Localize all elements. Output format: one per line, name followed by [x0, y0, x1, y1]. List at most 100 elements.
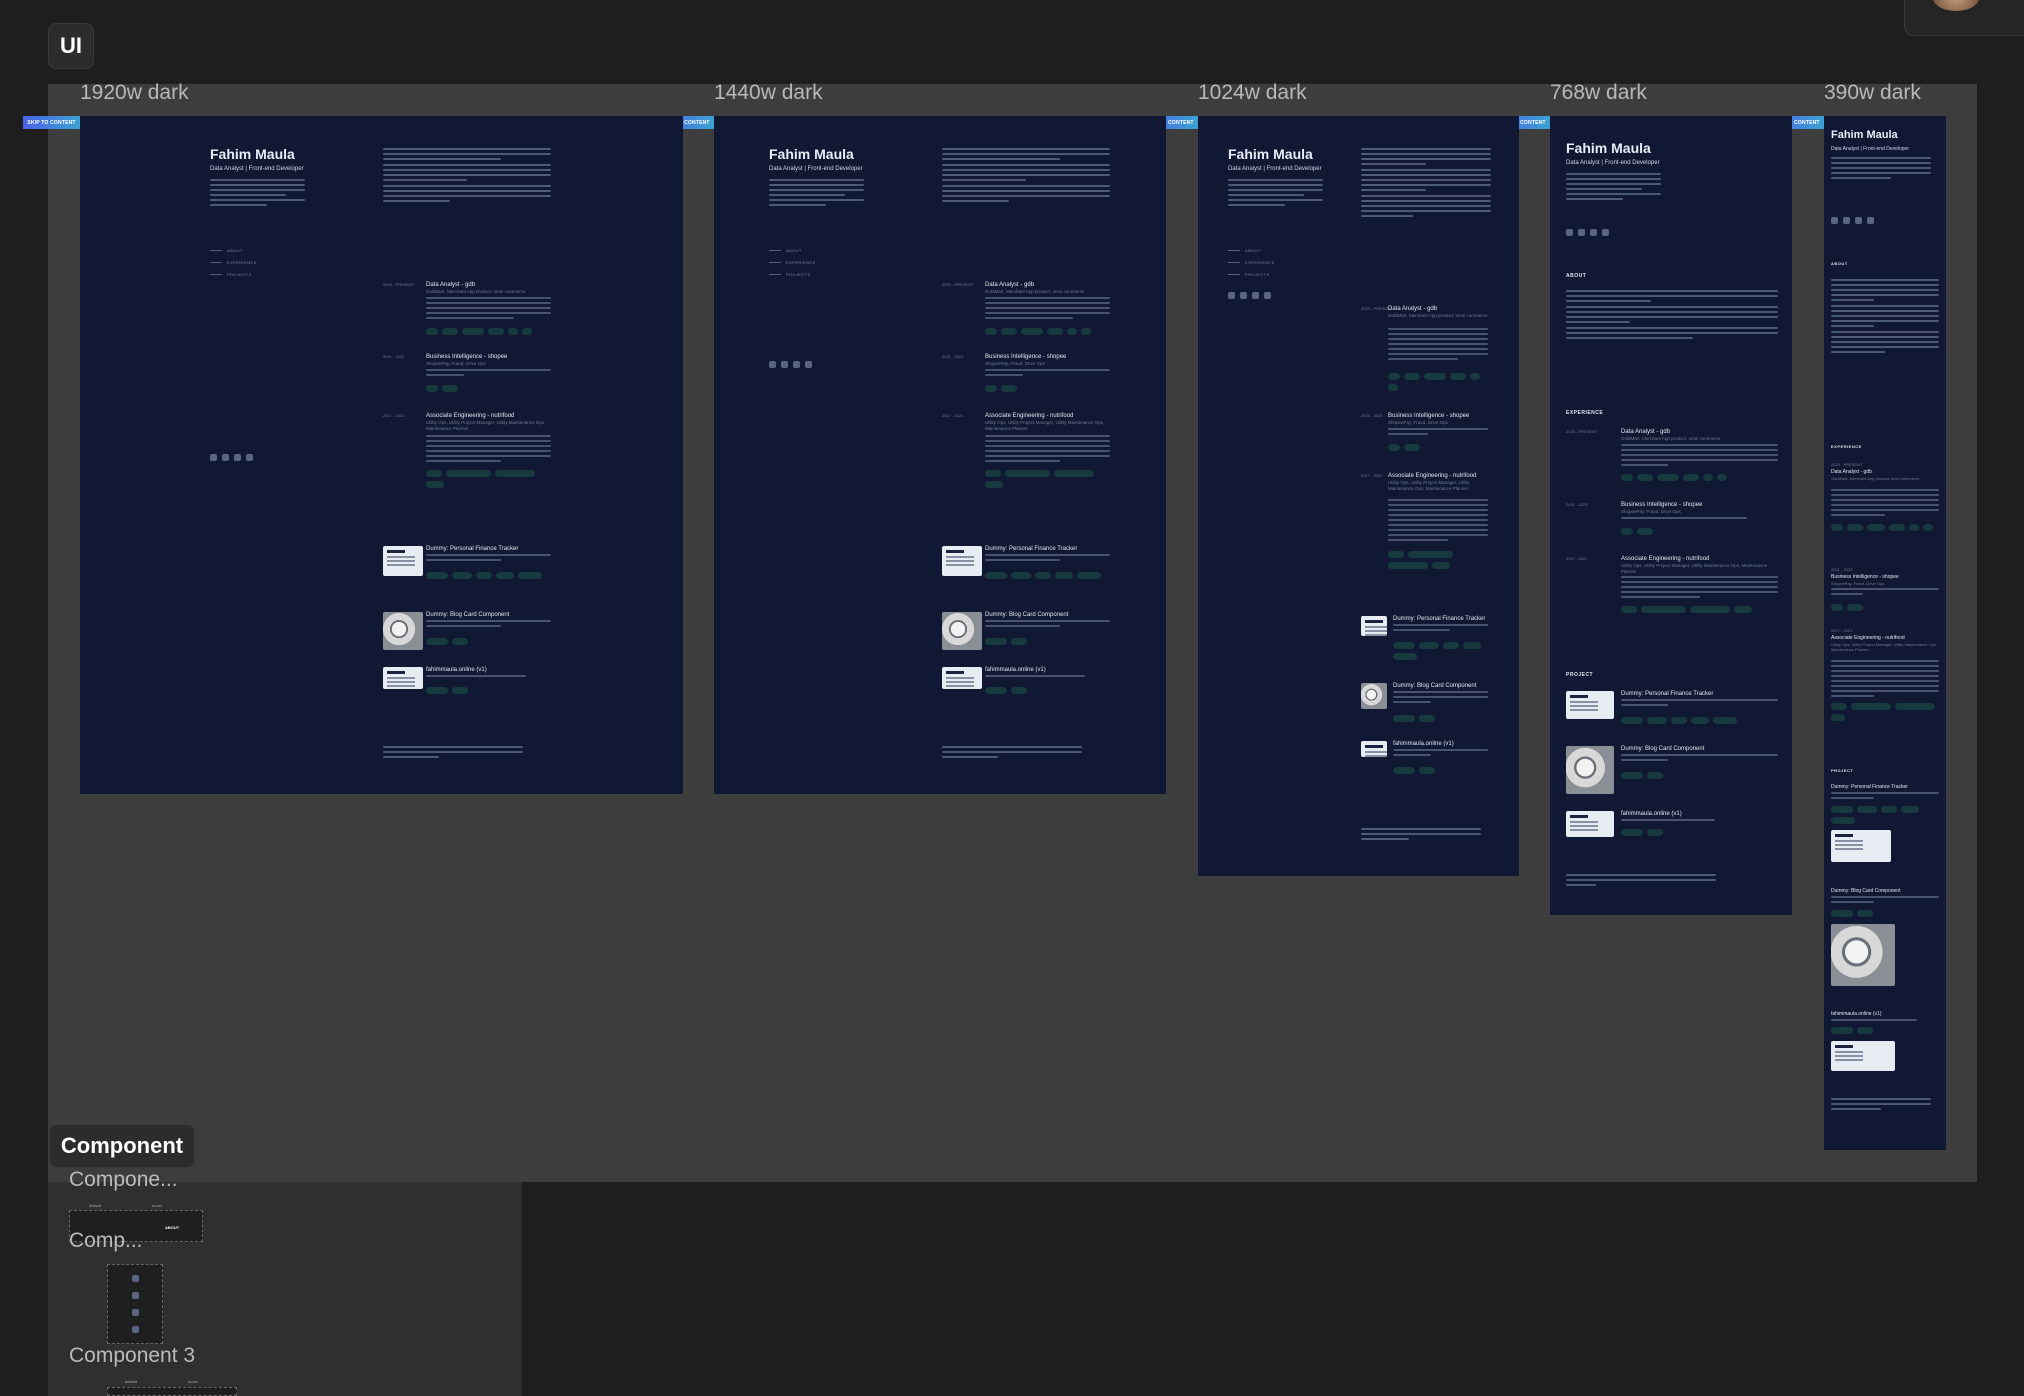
hero-role: Data Analyst | Front-end Developer: [1566, 160, 1660, 166]
project-item[interactable]: Dummy: Personal Finance Tracker: [383, 546, 551, 594]
frame-label-1920[interactable]: 1920w dark: [80, 81, 189, 105]
linkedin-icon[interactable]: [1590, 229, 1597, 236]
component-3-set[interactable]: [107, 1387, 237, 1396]
project-item[interactable]: fahimmaula.online (v1): [1566, 811, 1778, 851]
experience-item[interactable]: 2017 - 2021 Associate Engineering - nutr…: [383, 413, 551, 503]
experience-item[interactable]: 2021 - 2023 Business Intelligence - shop…: [942, 354, 1110, 399]
nav-experience[interactable]: EXPERIENCE: [210, 256, 257, 268]
social-links: [1228, 292, 1271, 299]
hero-name: Fahim Maula: [1228, 146, 1313, 162]
frame-1920[interactable]: Fahim Maula Data Analyst | Front-end Dev…: [80, 116, 683, 794]
component-3-label[interactable]: Component 3: [69, 1344, 195, 1368]
github-icon[interactable]: [1831, 217, 1838, 224]
experience-item[interactable]: 2021 - 2023 Business Intelligence - shop…: [383, 354, 551, 399]
social-icons-vertical: [132, 1275, 139, 1333]
frame-1440[interactable]: Fahim Maula Data Analyst | Front-end Dev…: [714, 116, 1166, 794]
footer-text: [1566, 874, 1716, 889]
nav-experience[interactable]: EXPERIENCE: [1228, 256, 1275, 268]
project-item[interactable]: fahimmaula.online (v1): [942, 667, 1110, 703]
experience-item[interactable]: 2017 - 2021 Associate Engineering - nutr…: [1361, 473, 1491, 588]
hero-name: Fahim Maula: [1566, 140, 1651, 156]
section-nav: ABOUT EXPERIENCE PROJECTS: [1228, 244, 1275, 280]
hero-intro: [1566, 173, 1661, 203]
project-item[interactable]: fahimmaula.online (v1): [1361, 741, 1491, 786]
experience-item[interactable]: 2021 - 2023 Business Intelligence - shop…: [1361, 413, 1491, 458]
linkedin-icon[interactable]: [793, 361, 800, 368]
experience-item[interactable]: 2023 - PRESENT Data Analyst - gdb GoldMa…: [942, 282, 1110, 342]
instagram-icon[interactable]: [1843, 217, 1850, 224]
mail-icon: [132, 1326, 139, 1333]
frame-768[interactable]: Fahim Maula Data Analyst | Front-end Dev…: [1550, 116, 1792, 915]
project-item[interactable]: fahimmaula.online (v1): [383, 667, 551, 703]
experience-item[interactable]: 2023 - PRESENT Data Analyst - gdb GoldMa…: [383, 282, 551, 342]
frame-label-1024[interactable]: 1024w dark: [1198, 81, 1307, 105]
experience-item[interactable]: 2021 - 2023 Business Intelligence - shop…: [1831, 567, 1939, 617]
hero-role: Data Analyst | Front-end Developer: [210, 166, 304, 172]
github-icon[interactable]: [769, 361, 776, 368]
github-icon: [132, 1275, 139, 1282]
project-item[interactable]: Dummy: Blog Card Component: [942, 612, 1110, 652]
project-item[interactable]: Dummy: Personal Finance Tracker: [1361, 616, 1491, 671]
linkedin-icon[interactable]: [1855, 217, 1862, 224]
user-avatar[interactable]: [1904, 0, 2024, 36]
section-title-component[interactable]: Component: [49, 1124, 195, 1168]
footer-text: [1361, 828, 1481, 843]
nav-experience[interactable]: EXPERIENCE: [769, 256, 816, 268]
experience-item[interactable]: 2017 - 2021 Associate Engineering - nutr…: [1831, 628, 1939, 738]
instagram-icon[interactable]: [1578, 229, 1585, 236]
frame-label-1440[interactable]: 1440w dark: [714, 81, 823, 105]
section-title-ui[interactable]: UI: [48, 23, 94, 69]
github-icon[interactable]: [210, 454, 217, 461]
nav-projects[interactable]: PROJECTS: [1228, 268, 1275, 280]
linkedin-icon[interactable]: [1252, 292, 1259, 299]
experience-item[interactable]: 2017 - 2021 Associate Engineering - nutr…: [1566, 556, 1778, 636]
project-item[interactable]: fahimmaula.online (v1): [1831, 1011, 1939, 1086]
section-nav: ABOUT EXPERIENCE PROJECTS: [210, 244, 257, 280]
experience-item[interactable]: 2017 - 2021 Associate Engineering - nutr…: [942, 413, 1110, 503]
variant-label-hover: hover: [152, 1203, 163, 1208]
hero-role: Data Analyst | Front-end Developer: [1831, 146, 1910, 152]
instagram-icon[interactable]: [781, 361, 788, 368]
experience-item[interactable]: 2023 - PRESENT Data Analyst - gdb GoldMa…: [1831, 462, 1939, 547]
component-1-label[interactable]: Compone...: [69, 1168, 178, 1192]
github-icon[interactable]: [1566, 229, 1573, 236]
hero-role: Data Analyst | Front-end Developer: [1228, 166, 1322, 172]
instagram-icon: [132, 1292, 139, 1299]
experience-item[interactable]: 2023 - PRESENT Data Analyst - gdb GoldMa…: [1361, 306, 1491, 401]
mail-icon[interactable]: [1867, 217, 1874, 224]
project-item[interactable]: Dummy: Personal Finance Tracker: [942, 546, 1110, 594]
nav-about[interactable]: ABOUT: [1228, 244, 1275, 256]
project-item[interactable]: Dummy: Personal Finance Tracker: [1831, 784, 1939, 899]
linkedin-icon[interactable]: [234, 454, 241, 461]
experience-item[interactable]: 2023 - PRESENT Data Analyst - gdb GoldMa…: [1566, 429, 1778, 494]
nav-projects[interactable]: PROJECTS: [769, 268, 816, 280]
mail-icon[interactable]: [1602, 229, 1609, 236]
frame-label-768[interactable]: 768w dark: [1550, 81, 1647, 105]
component-2-set[interactable]: [107, 1264, 163, 1344]
project-item[interactable]: Dummy: Blog Card Component: [1831, 888, 1939, 998]
frame-390[interactable]: Fahim Maula Data Analyst | Front-end Dev…: [1824, 116, 1946, 1150]
github-icon[interactable]: [1228, 292, 1235, 299]
mail-icon[interactable]: [1264, 292, 1271, 299]
hero-role: Data Analyst | Front-end Developer: [769, 166, 863, 172]
frame-label-390[interactable]: 390w dark: [1824, 81, 1921, 105]
footer-text: [1831, 1098, 1931, 1113]
about-heading: ABOUT: [1831, 261, 1848, 266]
instagram-icon[interactable]: [1240, 292, 1247, 299]
project-item[interactable]: Dummy: Blog Card Component: [1566, 746, 1778, 801]
project-item[interactable]: Dummy: Blog Card Component: [383, 612, 551, 652]
project-item[interactable]: Dummy: Personal Finance Tracker: [1566, 691, 1778, 741]
project-heading: PROJECT: [1831, 768, 1854, 773]
component-2-label[interactable]: Comp...: [69, 1229, 143, 1253]
mail-icon[interactable]: [246, 454, 253, 461]
project-item[interactable]: Dummy: Blog Card Component: [1361, 683, 1491, 728]
nav-about[interactable]: ABOUT: [769, 244, 816, 256]
mail-icon[interactable]: [805, 361, 812, 368]
frame-1024[interactable]: Fahim Maula Data Analyst | Front-end Dev…: [1198, 116, 1519, 876]
nav-about[interactable]: ABOUT: [210, 244, 257, 256]
variant-label-default: default: [125, 1379, 138, 1384]
social-links: [1566, 229, 1609, 236]
experience-item[interactable]: 2021 - 2023 Business Intelligence - shop…: [1566, 502, 1778, 547]
instagram-icon[interactable]: [222, 454, 229, 461]
nav-projects[interactable]: PROJECTS: [210, 268, 257, 280]
